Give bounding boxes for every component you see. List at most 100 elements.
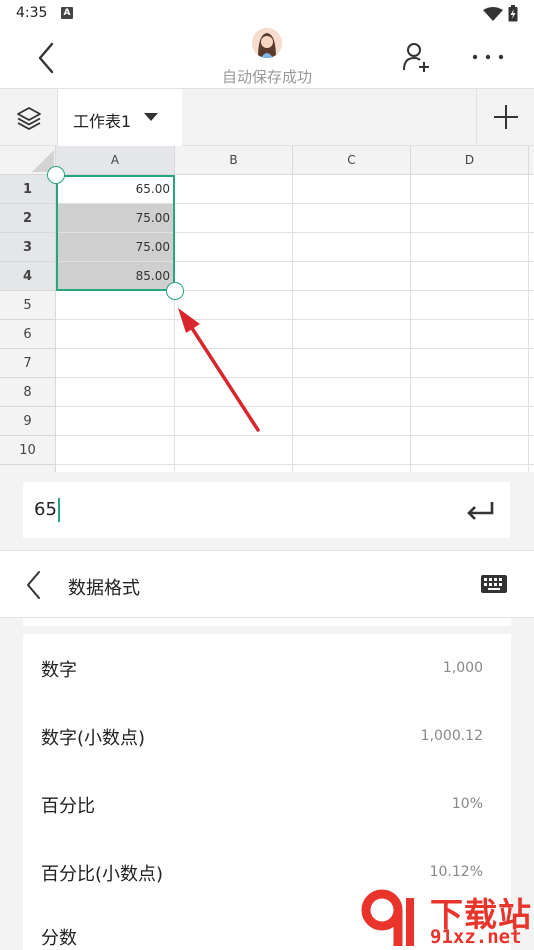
keyboard-icon <box>481 575 507 593</box>
cell-d4[interactable] <box>411 262 529 291</box>
app-root: 4:35 A 自动保存成功 工作表1 A B C D 1 2 3 4 5 6 7… <box>0 0 534 950</box>
autosave-status: 自动保存成功 <box>221 68 312 86</box>
watermark: 下载站 91xz.net <box>360 886 534 950</box>
cell-d1[interactable] <box>411 175 529 204</box>
format-option-number-decimal[interactable]: 数字(小数点) 1,000.12 <box>23 702 511 770</box>
cell-c11[interactable] <box>293 465 411 472</box>
cell-d9[interactable] <box>411 407 529 436</box>
sheet-tab-bar: 工作表1 <box>0 88 534 146</box>
cell-e9[interactable] <box>529 407 534 436</box>
cell-b2[interactable] <box>175 204 293 233</box>
notification-icon: A <box>61 7 73 19</box>
cell-d6[interactable] <box>411 320 529 349</box>
text-caret <box>57 498 60 522</box>
caret-down-icon[interactable] <box>144 113 158 121</box>
watermark-domain: 91xz.net <box>430 926 522 948</box>
cell-b4[interactable] <box>175 262 293 291</box>
formula-bar: 65 <box>0 472 534 550</box>
row-header-10[interactable]: 10 <box>0 436 56 465</box>
cell-b11[interactable] <box>175 465 293 472</box>
cell-e2[interactable] <box>529 204 534 233</box>
selection-handle-end[interactable] <box>166 282 184 300</box>
column-header-partial[interactable] <box>529 146 534 175</box>
cell-c3[interactable] <box>293 233 411 262</box>
cell-e11[interactable] <box>529 465 534 472</box>
cell-b7[interactable] <box>175 349 293 378</box>
cell-c4[interactable] <box>293 262 411 291</box>
column-header-d[interactable]: D <box>411 146 529 175</box>
cell-c2[interactable] <box>293 204 411 233</box>
cell-e1[interactable] <box>529 175 534 204</box>
cell-d10[interactable] <box>411 436 529 465</box>
cell-d5[interactable] <box>411 291 529 320</box>
keyboard-toggle-button[interactable] <box>480 573 508 595</box>
cell-c7[interactable] <box>293 349 411 378</box>
row-header-3[interactable]: 3 <box>0 233 56 262</box>
cell-e10[interactable] <box>529 436 534 465</box>
cell-a5[interactable] <box>56 291 175 320</box>
cell-b8[interactable] <box>175 378 293 407</box>
avatar[interactable] <box>252 28 282 58</box>
column-header-b[interactable]: B <box>175 146 293 175</box>
cell-e8[interactable] <box>529 378 534 407</box>
cell-b9[interactable] <box>175 407 293 436</box>
cell-c5[interactable] <box>293 291 411 320</box>
row-header-7[interactable]: 7 <box>0 349 56 378</box>
selection-range <box>56 175 175 291</box>
cell-b3[interactable] <box>175 233 293 262</box>
enter-button[interactable] <box>464 498 498 524</box>
row-header-4[interactable]: 4 <box>0 262 56 291</box>
cell-b1[interactable] <box>175 175 293 204</box>
row-header-6[interactable]: 6 <box>0 320 56 349</box>
cell-d8[interactable] <box>411 378 529 407</box>
chevron-left-icon <box>27 571 40 599</box>
cell-e4[interactable] <box>529 262 534 291</box>
cell-c8[interactable] <box>293 378 411 407</box>
add-sheet-button[interactable] <box>476 89 534 145</box>
status-bar: 4:35 A <box>0 0 534 28</box>
cell-a7[interactable] <box>56 349 175 378</box>
row-header-11-partial[interactable] <box>0 465 56 472</box>
layers-icon <box>17 107 41 130</box>
cell-b5[interactable] <box>175 291 293 320</box>
cell-a9[interactable] <box>56 407 175 436</box>
cell-a10[interactable] <box>56 436 175 465</box>
cell-a6[interactable] <box>56 320 175 349</box>
row-header-5[interactable]: 5 <box>0 291 56 320</box>
cell-d2[interactable] <box>411 204 529 233</box>
cell-c6[interactable] <box>293 320 411 349</box>
format-option-example: 10% <box>451 796 483 812</box>
cell-e5[interactable] <box>529 291 534 320</box>
format-option-number[interactable]: 数字 1,000 <box>23 634 511 702</box>
panel-back-button[interactable] <box>18 567 48 603</box>
cell-c10[interactable] <box>293 436 411 465</box>
cell-e7[interactable] <box>529 349 534 378</box>
add-user-icon <box>403 43 429 72</box>
sheet-tab-active[interactable]: 工作表1 <box>58 89 182 146</box>
battery-icon <box>508 5 518 22</box>
cell-input[interactable]: 65 <box>23 482 510 538</box>
format-option-percent[interactable]: 百分比 10% <box>23 770 511 838</box>
sheets-list-button[interactable] <box>0 89 58 145</box>
cell-e3[interactable] <box>529 233 534 262</box>
more-options-button[interactable] <box>470 44 506 70</box>
cell-b10[interactable] <box>175 436 293 465</box>
row-header-9[interactable]: 9 <box>0 407 56 436</box>
column-header-c[interactable]: C <box>293 146 411 175</box>
cell-c1[interactable] <box>293 175 411 204</box>
selection-handle-start[interactable] <box>47 166 65 184</box>
add-collaborator-button[interactable] <box>400 40 434 74</box>
cell-a11[interactable] <box>56 465 175 472</box>
cell-b6[interactable] <box>175 320 293 349</box>
cell-d3[interactable] <box>411 233 529 262</box>
row-header-2[interactable]: 2 <box>0 204 56 233</box>
column-header-a[interactable]: A <box>56 146 175 175</box>
cell-e6[interactable] <box>529 320 534 349</box>
cell-d7[interactable] <box>411 349 529 378</box>
cell-c9[interactable] <box>293 407 411 436</box>
format-option-example: 10.12% <box>429 864 483 880</box>
cell-a8[interactable] <box>56 378 175 407</box>
format-option-example: 1,000 <box>442 660 483 676</box>
cell-d11[interactable] <box>411 465 529 472</box>
row-header-8[interactable]: 8 <box>0 378 56 407</box>
